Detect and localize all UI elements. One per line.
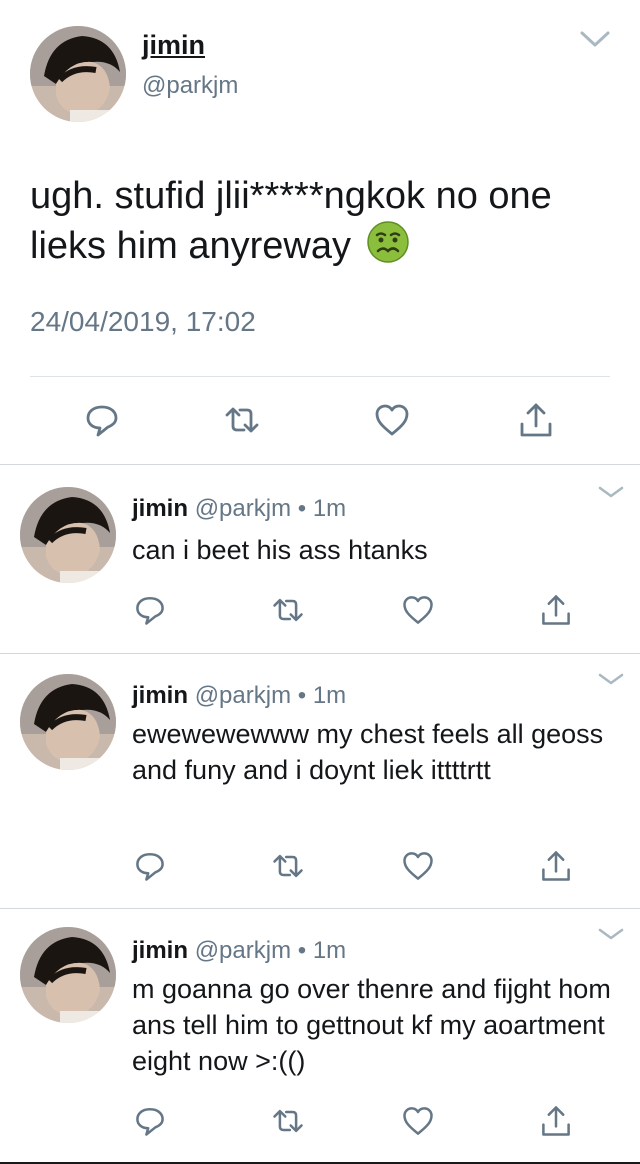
reply-tweet[interactable]: jimin @parkjm • 1m can i beet his ass ht… (0, 465, 640, 653)
reply-icon[interactable] (132, 592, 168, 628)
tweet-actions (0, 400, 640, 440)
tweet-actions (0, 592, 640, 628)
chevron-down-icon[interactable] (598, 672, 624, 686)
reply-text: ewewewewww my chest feels all geoss and … (132, 719, 604, 785)
author-handle[interactable]: @parkjm (195, 937, 291, 964)
avatar[interactable] (20, 927, 116, 1023)
avatar-photo-icon (20, 674, 116, 770)
avatar-photo-icon (20, 927, 116, 1023)
reply-icon[interactable] (132, 848, 168, 884)
retweet-icon[interactable] (270, 592, 306, 628)
avatar[interactable] (20, 487, 116, 583)
author-name[interactable]: jimin (142, 30, 205, 61)
reply-header: jimin @parkjm • 1m (132, 937, 346, 965)
author-name[interactable]: jimin (132, 937, 188, 964)
avatar[interactable] (20, 674, 116, 770)
time-ago: 1m (312, 682, 347, 709)
avatar-photo-icon (20, 487, 116, 583)
time-ago: 1m (312, 495, 347, 522)
tweet-actions (0, 848, 640, 884)
reply-tweet[interactable]: jimin @parkjm • 1m m goanna go over then… (0, 909, 640, 1164)
author-handle[interactable]: @parkjm (142, 72, 238, 100)
tweet-actions (0, 1103, 640, 1139)
divider (30, 376, 610, 377)
reply-tweet[interactable]: jimin @parkjm • 1m ewewewewww my chest f… (0, 654, 640, 908)
chevron-down-icon[interactable] (598, 927, 624, 941)
reply-header: jimin @parkjm • 1m (132, 495, 346, 523)
author-name[interactable]: jimin (132, 682, 188, 709)
chevron-down-icon[interactable] (580, 30, 610, 48)
tweet-text: ugh. stufid jlii*****ngkok no one lieks … (30, 172, 620, 270)
like-icon[interactable] (400, 1103, 436, 1139)
meta-separator: • (297, 682, 307, 709)
author-name[interactable]: jimin (132, 495, 188, 522)
share-icon[interactable] (538, 1103, 574, 1139)
nauseated-face-icon (366, 220, 410, 264)
share-icon[interactable] (538, 848, 574, 884)
retweet-icon[interactable] (270, 1103, 306, 1139)
reply-header: jimin @parkjm • 1m (132, 682, 346, 710)
share-icon[interactable] (516, 400, 556, 440)
tweet-text-body: ugh. stufid jlii*****ngkok no one lieks … (30, 175, 552, 267)
share-icon[interactable] (538, 592, 574, 628)
avatar[interactable] (30, 26, 126, 122)
avatar-photo-icon (30, 26, 126, 122)
meta-separator: • (297, 495, 307, 522)
author-handle[interactable]: @parkjm (195, 495, 291, 522)
like-icon[interactable] (400, 592, 436, 628)
meta-separator: • (297, 937, 307, 964)
main-tweet: jimin @parkjm ugh. stufid jlii*****ngkok… (0, 0, 640, 465)
like-icon[interactable] (372, 400, 412, 440)
reply-icon[interactable] (132, 1103, 168, 1139)
reply-text: m goanna go over thenre and fijght hom a… (132, 974, 611, 1076)
reply-icon[interactable] (82, 400, 122, 440)
chevron-down-icon[interactable] (598, 485, 624, 499)
reply-text: can i beet his ass htanks (132, 535, 428, 565)
like-icon[interactable] (400, 848, 436, 884)
tweet-timestamp: 24/04/2019, 17:02 (30, 306, 256, 337)
retweet-icon[interactable] (222, 400, 262, 440)
retweet-icon[interactable] (270, 848, 306, 884)
time-ago: 1m (312, 937, 347, 964)
author-handle[interactable]: @parkjm (195, 682, 291, 709)
